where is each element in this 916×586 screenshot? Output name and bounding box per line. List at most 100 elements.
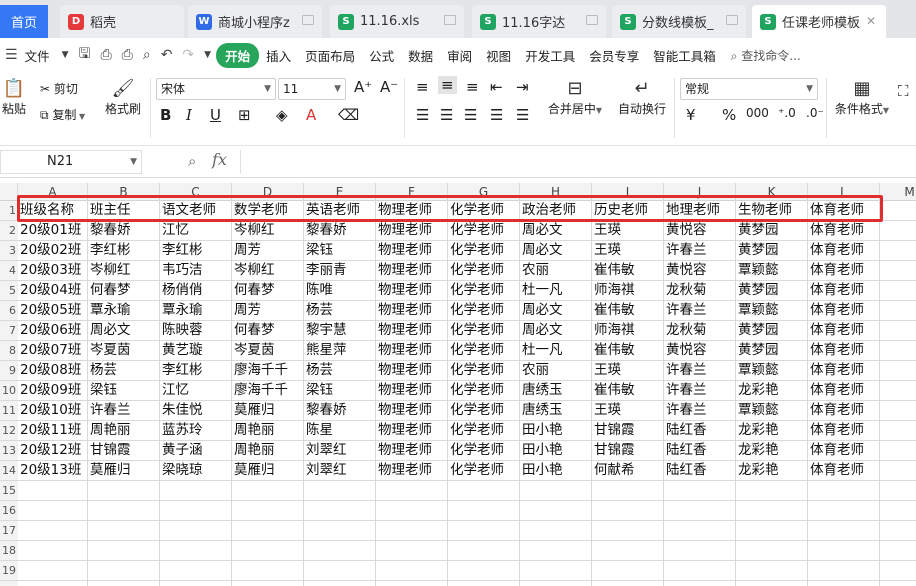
table-cell[interactable]: 化学老师 <box>448 381 520 401</box>
table-cell[interactable]: 体育老师 <box>808 241 880 261</box>
empty-cell[interactable] <box>232 521 304 541</box>
table-cell[interactable]: 20级04班 <box>18 281 88 301</box>
menu-view[interactable]: 视图 <box>479 46 518 65</box>
table-cell[interactable]: 廖海千千 <box>232 361 304 381</box>
table-cell[interactable]: 黄梦园 <box>736 341 808 361</box>
table-cell[interactable]: 黎春娇 <box>304 221 376 241</box>
table-cell[interactable]: 陆红香 <box>664 441 736 461</box>
table-cell[interactable]: 莫雁归 <box>232 461 304 481</box>
empty-cell[interactable] <box>232 481 304 501</box>
empty-cell[interactable] <box>880 561 916 581</box>
table-cell[interactable]: 师海祺 <box>592 321 664 341</box>
table-cell[interactable]: 物理老师 <box>376 381 448 401</box>
empty-cell[interactable] <box>808 521 880 541</box>
table-cell[interactable]: 韦巧洁 <box>160 261 232 281</box>
align-bottom-icon[interactable]: ≡ <box>466 78 479 96</box>
empty-cell[interactable] <box>592 581 664 586</box>
table-cell[interactable]: 何春梦 <box>88 281 160 301</box>
table-cell[interactable]: 化学老师 <box>448 241 520 261</box>
empty-cell[interactable] <box>880 341 916 361</box>
row-header[interactable]: 9 <box>0 361 18 381</box>
tab-sheet-3[interactable]: S 分数线模板_ <box>612 5 746 38</box>
align-right-icon[interactable]: ☰ <box>464 106 477 124</box>
empty-cell[interactable] <box>808 481 880 501</box>
table-cell[interactable]: 梁晓琼 <box>160 461 232 481</box>
table-cell[interactable]: 崔伟敏 <box>592 341 664 361</box>
empty-cell[interactable] <box>376 501 448 521</box>
close-icon[interactable]: ✕ <box>864 14 878 28</box>
empty-cell[interactable] <box>160 501 232 521</box>
empty-cell[interactable] <box>880 581 916 586</box>
table-cell[interactable]: 岑夏茵 <box>232 341 304 361</box>
table-cell[interactable]: 覃颖懿 <box>736 361 808 381</box>
paste-button[interactable]: 📋 粘贴 <box>0 78 28 117</box>
table-cell[interactable]: 李丽青 <box>304 261 376 281</box>
table-cell[interactable]: 刘翠红 <box>304 441 376 461</box>
column-header-h[interactable]: H <box>520 183 592 201</box>
font-name-select[interactable]: 宋体 ▼ <box>156 78 276 100</box>
empty-cell[interactable] <box>664 481 736 501</box>
table-cell[interactable]: 陆红香 <box>664 461 736 481</box>
table-cell[interactable]: 许春兰 <box>88 401 160 421</box>
table-cell[interactable]: 覃永瑜 <box>160 301 232 321</box>
empty-cell[interactable] <box>448 581 520 586</box>
table-cell[interactable]: 杨芸 <box>88 361 160 381</box>
empty-cell[interactable] <box>88 581 160 586</box>
thousands-icon[interactable]: 000 <box>746 106 769 120</box>
table-cell[interactable]: 王瑛 <box>592 221 664 241</box>
empty-cell[interactable] <box>880 401 916 421</box>
row-header[interactable]: 5 <box>0 281 18 301</box>
header-cell[interactable]: 班级名称 <box>18 201 88 221</box>
table-cell[interactable]: 岑夏茵 <box>88 341 160 361</box>
bold-icon[interactable]: B <box>160 106 171 124</box>
font-shrink-icon[interactable]: A⁻ <box>380 78 398 96</box>
empty-cell[interactable] <box>808 561 880 581</box>
table-cell[interactable]: 何献希 <box>592 461 664 481</box>
header-cell[interactable]: 地理老师 <box>664 201 736 221</box>
table-cell[interactable]: 何春梦 <box>232 321 304 341</box>
format-painter-button[interactable]: 🖌 格式刷 <box>102 78 144 117</box>
empty-cell[interactable] <box>736 581 808 586</box>
empty-cell[interactable] <box>160 481 232 501</box>
column-header-j[interactable]: J <box>664 183 736 201</box>
table-cell[interactable]: 物理老师 <box>376 241 448 261</box>
table-cell[interactable]: 黄悦容 <box>664 341 736 361</box>
row-header[interactable]: 20 <box>0 581 18 586</box>
table-cell[interactable]: 化学老师 <box>448 361 520 381</box>
table-cell[interactable]: 许春兰 <box>664 361 736 381</box>
empty-cell[interactable] <box>232 561 304 581</box>
column-header-d[interactable]: D <box>232 183 304 201</box>
table-cell[interactable]: 覃颖懿 <box>736 301 808 321</box>
empty-cell[interactable] <box>232 581 304 586</box>
empty-cell[interactable] <box>304 481 376 501</box>
table-cell[interactable]: 物理老师 <box>376 421 448 441</box>
copy-button[interactable]: ⧉ 复制 ▼ <box>40 106 85 123</box>
empty-cell[interactable] <box>448 541 520 561</box>
percent-icon[interactable]: % <box>722 106 736 124</box>
table-cell[interactable]: 化学老师 <box>448 261 520 281</box>
table-cell[interactable]: 20级03班 <box>18 261 88 281</box>
empty-cell[interactable] <box>18 521 88 541</box>
table-cell[interactable]: 龙秋菊 <box>664 321 736 341</box>
empty-cell[interactable] <box>592 501 664 521</box>
table-cell[interactable]: 体育老师 <box>808 321 880 341</box>
row-header[interactable]: 14 <box>0 461 18 481</box>
table-cell[interactable]: 物理老师 <box>376 221 448 241</box>
empty-cell[interactable] <box>448 481 520 501</box>
header-cell[interactable]: 体育老师 <box>808 201 880 221</box>
table-cell[interactable]: 李红彬 <box>160 361 232 381</box>
table-cell[interactable]: 岑柳红 <box>232 261 304 281</box>
table-cell[interactable]: 周必文 <box>520 301 592 321</box>
empty-cell[interactable] <box>376 521 448 541</box>
save-icon[interactable]: 🖫 <box>74 43 96 67</box>
row-header[interactable]: 4 <box>0 261 18 281</box>
empty-cell[interactable] <box>376 481 448 501</box>
empty-cell[interactable] <box>160 581 232 586</box>
merge-center-button[interactable]: ⊟ 合并居中▼ <box>544 78 606 117</box>
underline-icon[interactable]: U <box>210 106 221 124</box>
table-cell[interactable]: 杜一凡 <box>520 341 592 361</box>
row-header[interactable]: 19 <box>0 561 18 581</box>
empty-cell[interactable] <box>304 541 376 561</box>
empty-cell[interactable] <box>18 561 88 581</box>
table-cell[interactable]: 化学老师 <box>448 301 520 321</box>
